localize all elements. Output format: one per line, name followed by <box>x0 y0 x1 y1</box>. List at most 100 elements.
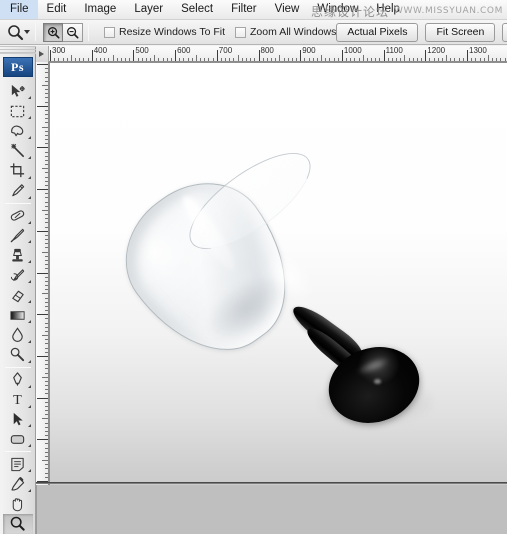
tool-preset-chevron-down-icon[interactable] <box>24 21 30 43</box>
toolbox-grip[interactable] <box>0 46 36 55</box>
vertical-ruler[interactable] <box>36 62 49 534</box>
ruler-tick-major <box>300 50 302 61</box>
gradient-tool[interactable] <box>3 305 33 325</box>
image-canvas[interactable] <box>50 63 507 499</box>
ruler-tick-minor <box>44 364 48 366</box>
ruler-corner-origin[interactable] <box>36 46 49 62</box>
ruler-tick-minor <box>291 57 293 61</box>
menu-view[interactable]: View <box>266 0 309 19</box>
ruler-tick-minor <box>116 57 118 61</box>
ruler-tick-major <box>37 397 48 399</box>
flyout-triangle-icon <box>27 339 31 343</box>
checkbox-zoom-all-windows[interactable]: Zoom All Windows <box>235 26 336 38</box>
lasso-tool[interactable] <box>3 121 33 141</box>
ruler-tick-minor <box>44 310 48 312</box>
ruler-tick-minor <box>229 57 231 61</box>
marquee-tool[interactable] <box>3 101 33 121</box>
type-tool[interactable]: T <box>3 390 33 410</box>
ruler-tick-minor <box>158 57 160 61</box>
ruler-tick-minor <box>44 389 48 391</box>
flyout-triangle-icon <box>27 424 31 428</box>
checkbox-zoom-all-windows-box[interactable] <box>235 26 247 38</box>
menu-image[interactable]: Image <box>75 0 125 19</box>
options-separator-1 <box>35 23 36 41</box>
ruler-tick-major <box>37 64 48 65</box>
ruler-tick-minor <box>42 335 48 337</box>
menu-file[interactable]: File <box>0 0 38 19</box>
ruler-tick-minor <box>44 68 48 70</box>
menu-help[interactable]: Help <box>367 0 409 19</box>
ruler-tick-minor <box>44 405 48 407</box>
ruler-tick-minor <box>44 109 48 111</box>
ruler-tick-minor <box>44 368 48 370</box>
ruler-tick-minor <box>100 57 102 61</box>
ruler-tick-minor <box>58 57 60 61</box>
flyout-triangle-icon <box>27 469 31 473</box>
notes-tool[interactable] <box>3 454 33 474</box>
blur-tool[interactable] <box>3 325 33 345</box>
clone-stamp-tool[interactable] <box>3 245 33 265</box>
zoom-tool[interactable] <box>2 514 33 534</box>
crop-tool[interactable] <box>3 161 33 181</box>
slice-tool[interactable] <box>3 181 33 201</box>
ruler-label: 700 <box>218 46 233 55</box>
ruler-tick-minor <box>44 255 48 257</box>
toolbox-divider-3 <box>4 451 31 453</box>
ruler-tick-minor <box>44 380 48 382</box>
zoom-out-button[interactable] <box>63 22 83 42</box>
flyout-triangle-icon <box>27 175 31 179</box>
ruler-tick-major <box>467 50 468 61</box>
menu-edit[interactable]: Edit <box>38 0 76 19</box>
fit-screen-button[interactable]: Fit Screen <box>425 22 496 42</box>
checkbox-resize-windows-to-fit[interactable]: Resize Windows To Fit <box>104 26 225 38</box>
flyout-triangle-icon <box>27 444 31 448</box>
ruler-tick-minor <box>44 422 48 424</box>
path-selection-tool[interactable] <box>3 410 33 430</box>
ruler-tick-minor <box>66 57 68 61</box>
pen-tool[interactable] <box>3 370 33 390</box>
ruler-tick-minor <box>44 259 48 261</box>
ruler-tick-minor <box>308 57 310 61</box>
flyout-triangle-icon <box>27 155 31 159</box>
ruler-tick-minor <box>404 55 406 61</box>
ruler-tick-minor <box>95 57 97 61</box>
ruler-tick-minor <box>44 218 48 220</box>
ruler-tick-minor <box>454 57 456 61</box>
glass-base-specular <box>374 379 381 384</box>
checkbox-resize-windows-to-fit-box[interactable] <box>104 26 115 38</box>
ruler-tick-minor <box>44 164 48 166</box>
ruler-tick-minor <box>416 57 418 61</box>
hand-tool[interactable] <box>3 494 33 514</box>
ruler-tick-minor <box>225 57 227 61</box>
menu-layer[interactable]: Layer <box>125 0 172 19</box>
panel-divider[interactable] <box>36 482 507 484</box>
dodge-tool[interactable] <box>3 345 33 365</box>
ruler-tick-minor <box>504 57 506 61</box>
zoom-in-button[interactable] <box>43 22 63 42</box>
ruler-tick-minor <box>42 84 48 86</box>
shape-tool[interactable] <box>3 429 33 449</box>
ruler-tick-minor <box>42 460 48 462</box>
ruler-tick-minor <box>254 57 256 61</box>
horizontal-ruler[interactable]: 300 400 500 600 700 800 900 1000 1100 1200 1300 <box>36 46 507 62</box>
ruler-tick-minor <box>183 57 185 61</box>
ruler-tick-minor <box>241 57 243 61</box>
healing-brush-tool[interactable] <box>3 206 33 226</box>
history-brush-tool[interactable] <box>3 265 33 285</box>
print-size-button[interactable]: Print Size <box>502 22 507 42</box>
menu-select[interactable]: Select <box>172 0 222 19</box>
actual-pixels-button[interactable]: Actual Pixels <box>336 22 419 42</box>
ruler-tick-minor <box>44 451 48 453</box>
ruler-tick-minor <box>44 385 48 387</box>
menu-filter[interactable]: Filter <box>222 0 266 19</box>
magic-wand-tool[interactable] <box>3 141 33 161</box>
ruler-tick-minor <box>387 57 389 61</box>
ruler-tick-minor <box>500 57 502 61</box>
ruler-tick-minor <box>325 57 327 61</box>
menu-window[interactable]: Window <box>308 0 367 19</box>
move-tool[interactable] <box>3 81 33 101</box>
ruler-tick-minor <box>44 114 48 116</box>
eyedropper-tool[interactable] <box>3 474 33 494</box>
brush-tool[interactable] <box>3 226 33 246</box>
eraser-tool[interactable] <box>3 285 33 305</box>
